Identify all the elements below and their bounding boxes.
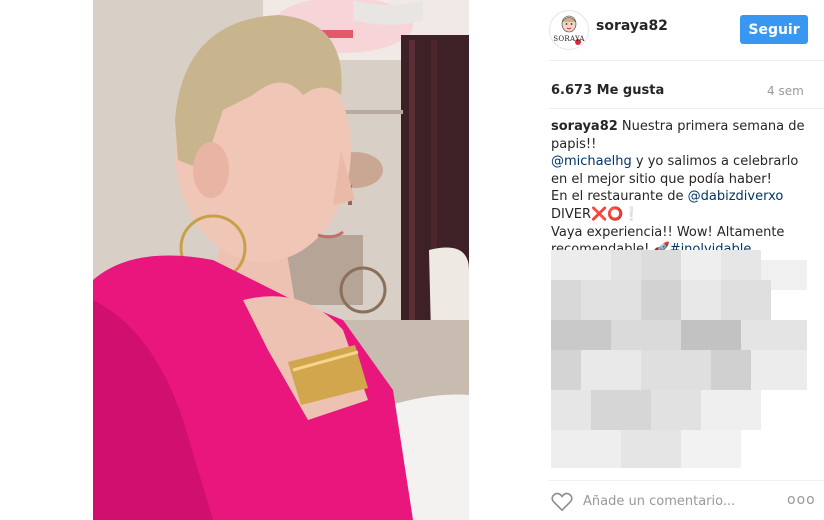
blur-block bbox=[641, 280, 681, 320]
blurred-comments bbox=[551, 250, 807, 468]
blur-block bbox=[551, 250, 611, 280]
blur-block bbox=[641, 350, 711, 390]
blur-block bbox=[681, 280, 721, 320]
blur-block bbox=[611, 320, 681, 350]
blur-block bbox=[551, 350, 581, 390]
post-caption: soraya82 Nuestra primera semana de papis… bbox=[551, 118, 813, 259]
caption-text-4: DIVER❌⭕❕ bbox=[551, 206, 640, 222]
blur-block bbox=[621, 430, 681, 468]
blur-block bbox=[681, 430, 741, 468]
mention-dabizdiverxo[interactable]: @dabizdiverxo bbox=[688, 189, 784, 204]
blur-block bbox=[551, 320, 611, 350]
blur-block bbox=[701, 390, 761, 430]
avatar-face-icon bbox=[561, 15, 581, 45]
post-username[interactable]: soraya82 bbox=[596, 18, 668, 34]
blur-block bbox=[681, 250, 721, 280]
blur-block bbox=[551, 390, 591, 430]
blur-block bbox=[651, 390, 701, 430]
post-photo-illustration bbox=[93, 0, 469, 520]
add-comment-row: Añade un comentario... ooo bbox=[551, 490, 821, 514]
blur-block bbox=[721, 280, 771, 320]
blur-block bbox=[591, 390, 651, 430]
post-age[interactable]: 4 sem bbox=[767, 84, 804, 98]
avatar[interactable]: SORAYA bbox=[549, 10, 589, 50]
blur-block bbox=[551, 280, 581, 320]
caption-username[interactable]: soraya82 bbox=[551, 119, 618, 134]
post-header: SORAYA soraya82 Seguir bbox=[469, 0, 824, 60]
post-photo[interactable] bbox=[93, 0, 469, 520]
mention-michaelhg[interactable]: @michaelhg bbox=[551, 154, 632, 169]
blur-block bbox=[751, 350, 807, 390]
blur-block bbox=[711, 350, 751, 390]
post-details-panel: SORAYA soraya82 Seguir 6.673 Me gusta 4 … bbox=[469, 0, 824, 520]
comment-divider bbox=[549, 480, 824, 481]
blur-block bbox=[741, 320, 807, 350]
header-divider bbox=[549, 60, 824, 61]
avatar-label: SORAYA bbox=[553, 35, 585, 43]
likes-divider bbox=[549, 108, 824, 109]
blur-block bbox=[681, 320, 741, 350]
blur-block bbox=[721, 250, 761, 280]
blur-block bbox=[641, 250, 681, 280]
blur-block bbox=[551, 430, 621, 468]
more-options-icon[interactable]: ooo bbox=[787, 492, 816, 508]
follow-button[interactable]: Seguir bbox=[740, 15, 808, 44]
blur-block bbox=[581, 350, 641, 390]
caption-text-3: En el restaurante de bbox=[551, 189, 688, 205]
blur-block bbox=[581, 280, 641, 320]
heart-outline-icon[interactable] bbox=[551, 492, 573, 512]
blur-block bbox=[611, 250, 641, 280]
likes-count[interactable]: 6.673 Me gusta bbox=[551, 83, 664, 98]
add-comment-input[interactable]: Añade un comentario... bbox=[583, 494, 735, 509]
